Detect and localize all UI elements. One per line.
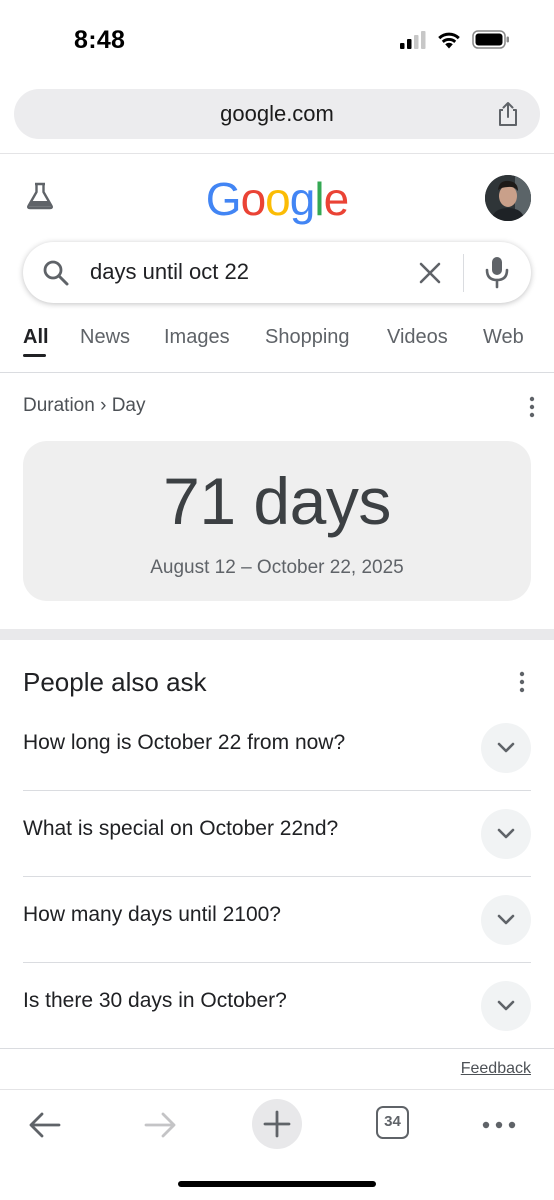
people-also-ask-title: People also ask: [23, 667, 207, 697]
chevron-down-icon: [497, 914, 515, 925]
tab-switcher-button[interactable]: 34: [376, 1106, 409, 1139]
avatar[interactable]: [485, 175, 531, 221]
duration-value: 71 days: [163, 464, 391, 538]
search-tabs: All News Images Shopping Videos Web: [0, 324, 554, 372]
share-icon[interactable]: [494, 100, 522, 128]
question-text[interactable]: Is there 30 days in October?: [23, 989, 287, 1013]
search-box[interactable]: days until oct 22: [23, 242, 531, 303]
status-bar: 8:48: [0, 0, 554, 80]
microphone-icon[interactable]: [483, 255, 511, 289]
tab-shopping[interactable]: Shopping: [265, 326, 350, 349]
expand-button[interactable]: [481, 895, 531, 945]
tab-news[interactable]: News: [80, 326, 130, 349]
breadcrumb: Duration › Day: [23, 395, 146, 416]
logo-letter: G: [205, 173, 242, 225]
logo-letter: l: [314, 173, 324, 225]
more-options-icon[interactable]: [529, 396, 535, 418]
tab-web[interactable]: Web: [483, 326, 524, 349]
chevron-down-icon: [497, 828, 515, 839]
battery-icon: [472, 30, 509, 49]
divider: [0, 153, 554, 154]
forward-icon[interactable]: [136, 1101, 184, 1149]
result-card: 71 days August 12 – October 22, 2025: [23, 441, 531, 601]
divider: [0, 372, 554, 373]
expand-button[interactable]: [481, 723, 531, 773]
section-separator: [0, 629, 554, 640]
more-icon[interactable]: [475, 1101, 523, 1149]
date-range: August 12 – October 22, 2025: [150, 557, 404, 578]
divider: [0, 1048, 554, 1049]
logo-letter: o: [240, 173, 267, 225]
google-logo[interactable]: Google: [0, 172, 554, 226]
expand-button[interactable]: [481, 981, 531, 1031]
question-item[interactable]: What is special on October 22nd?: [23, 791, 531, 877]
wifi-icon: [438, 32, 460, 49]
home-indicator: [178, 1181, 376, 1187]
question-item[interactable]: How long is October 22 from now?: [23, 705, 531, 791]
expand-button[interactable]: [481, 809, 531, 859]
search-divider: [463, 254, 464, 292]
url-text[interactable]: google.com: [14, 101, 540, 127]
tab-images[interactable]: Images: [164, 326, 230, 349]
search-input[interactable]: days until oct 22: [90, 259, 249, 285]
logo-letter: g: [289, 173, 316, 225]
active-tab-indicator: [23, 354, 46, 357]
chevron-down-icon: [497, 1000, 515, 1011]
chevron-down-icon: [497, 742, 515, 753]
status-time: 8:48: [74, 26, 126, 54]
address-bar[interactable]: google.com: [14, 89, 540, 139]
search-icon[interactable]: [41, 258, 71, 288]
question-text[interactable]: How long is October 22 from now?: [23, 731, 345, 755]
question-text[interactable]: How many days until 2100?: [23, 903, 281, 927]
cellular-signal-icon: [400, 30, 426, 49]
question-item[interactable]: Is there 30 days in October?: [23, 963, 531, 1049]
tab-videos[interactable]: Videos: [387, 326, 448, 349]
feedback-link[interactable]: Feedback: [461, 1060, 531, 1078]
logo-letter: o: [265, 173, 291, 225]
plus-icon: [263, 1110, 291, 1138]
question-text[interactable]: What is special on October 22nd?: [23, 817, 338, 841]
status-icons: [400, 30, 510, 49]
avatar-image: [485, 175, 531, 221]
clear-icon[interactable]: [417, 260, 443, 286]
logo-letter: e: [323, 173, 350, 225]
back-icon[interactable]: [21, 1101, 69, 1149]
question-item[interactable]: How many days until 2100?: [23, 877, 531, 963]
new-tab-button[interactable]: [252, 1099, 302, 1149]
tab-all[interactable]: All: [23, 326, 49, 349]
more-options-icon[interactable]: [519, 671, 525, 693]
